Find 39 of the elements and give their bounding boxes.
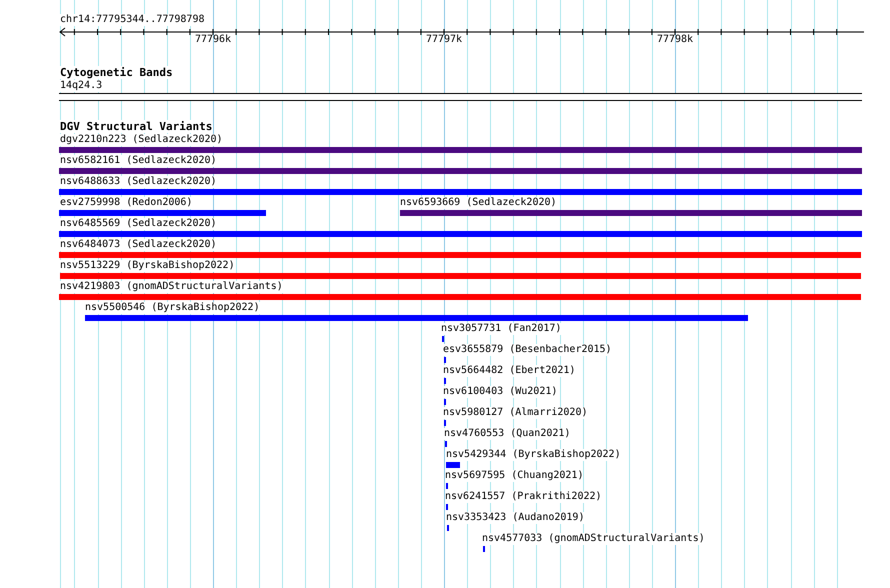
variant-label[interactable]: nsv6241557 (Prakrithi2022) <box>445 491 602 503</box>
tick-label: 77796k <box>194 34 232 46</box>
variant-bar[interactable] <box>59 231 862 237</box>
variant-label[interactable]: esv3655879 (Besenbacher2015) <box>443 344 612 356</box>
variant-bar[interactable] <box>59 210 266 216</box>
track-title: Cytogenetic Bands <box>60 66 173 79</box>
variant-label[interactable]: nsv6593669 (Sedlazeck2020) <box>400 197 557 209</box>
variant-label[interactable]: nsv5664482 (Ebert2021) <box>443 365 576 377</box>
variant-label[interactable]: nsv6484073 (Sedlazeck2020) <box>60 239 217 251</box>
variant-label[interactable]: nsv3057731 (Fan2017) <box>441 323 562 335</box>
variant-bar[interactable] <box>59 294 861 300</box>
location-label: chr14:77795344..77798798 <box>60 14 204 26</box>
variant-bar[interactable] <box>400 210 862 216</box>
variant-bar[interactable] <box>59 168 862 174</box>
variant-label[interactable]: nsv5429344 (ByrskaBishop2022) <box>446 449 621 461</box>
variant-label[interactable]: nsv5980127 (Almarri2020) <box>443 407 588 419</box>
variant-bar[interactable] <box>85 315 748 321</box>
variant-bar[interactable] <box>59 147 862 153</box>
band-label: 14q24.3 <box>60 80 102 92</box>
variant-label[interactable]: nsv5513229 (ByrskaBishop2022) <box>60 260 235 272</box>
variant-label[interactable]: nsv5500546 (ByrskaBishop2022) <box>85 302 260 314</box>
variant-bar[interactable] <box>59 189 862 195</box>
variant-label[interactable]: nsv3353423 (Audano2019) <box>446 512 584 524</box>
tick-label: 77798k <box>656 34 694 46</box>
variant-label[interactable]: esv2759998 (Redon2006) <box>60 197 192 209</box>
variant-bar[interactable] <box>60 273 861 279</box>
variant-label[interactable]: nsv5697595 (Chuang2021) <box>445 470 584 482</box>
variant-label[interactable]: nsv6485569 (Sedlazeck2020) <box>60 218 217 230</box>
variant-label[interactable]: nsv4577033 (gnomADStructuralVariants) <box>482 533 705 545</box>
tick-label: 77797k <box>424 34 464 46</box>
variant-label[interactable]: nsv6100403 (Wu2021) <box>443 386 558 398</box>
track-title: DGV Structural Variants <box>60 120 212 133</box>
variant-label[interactable]: nsv6582161 (Sedlazeck2020) <box>60 155 217 167</box>
variant-bar[interactable] <box>446 462 460 468</box>
variant-bar[interactable] <box>59 252 861 258</box>
variant-label[interactable]: nsv4219803 (gnomADStructuralVariants) <box>60 281 283 293</box>
variant-label[interactable]: nsv4760553 (Quan2021) <box>444 428 570 440</box>
variant-label[interactable]: nsv6488633 (Sedlazeck2020) <box>60 176 217 188</box>
variant-label[interactable]: dgv2210n223 (Sedlazeck2020) <box>60 134 223 146</box>
